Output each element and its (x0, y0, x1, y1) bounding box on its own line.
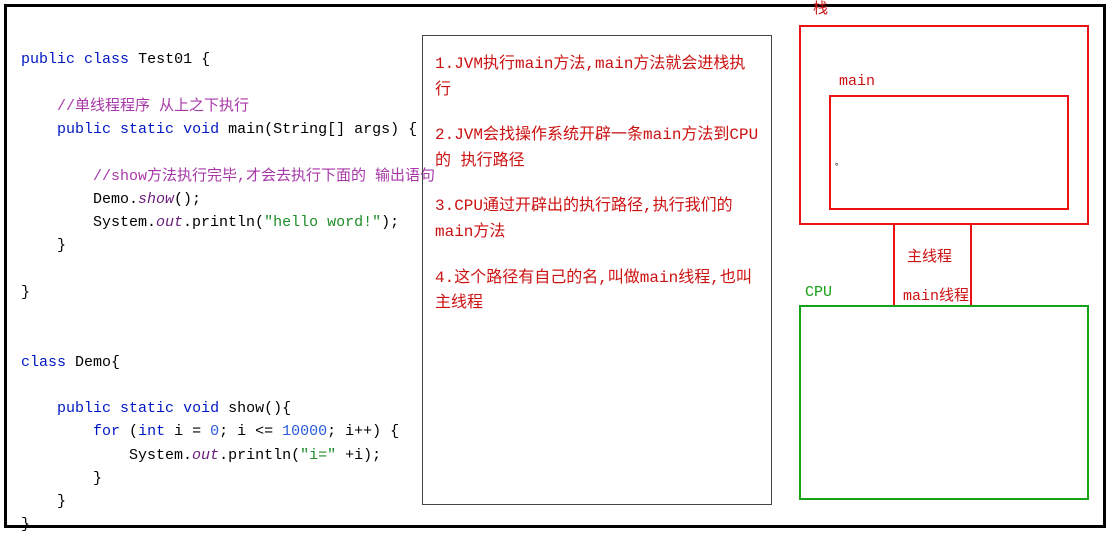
code-text: .println( (219, 447, 300, 464)
keyword: int (138, 423, 165, 440)
brace: } (21, 516, 30, 533)
label-stack: 栈 (813, 0, 828, 18)
outer-frame: public class Test01 { //单线程程序 从上之下执行 pub… (4, 4, 1106, 528)
keyword: static (120, 400, 174, 417)
string: "i=" (300, 447, 336, 464)
field: out (156, 214, 183, 231)
method-sig: main(String[] args) { (228, 121, 417, 138)
code-text: i = (165, 423, 210, 440)
brace: } (93, 470, 102, 487)
code-block: public class Test01 { //单线程程序 从上之下执行 pub… (21, 25, 411, 560)
brace: } (57, 237, 66, 254)
keyword: for (93, 423, 120, 440)
label-main: main (839, 73, 875, 90)
code-text: .println( (183, 214, 264, 231)
code-text: System. (93, 214, 156, 231)
keyword: static (120, 121, 174, 138)
note-item-2: 2.JVM会找操作系统开辟一条main方法到CPU的 执行路径 (435, 123, 759, 174)
diagram-area: 栈 main 。 主线程 CPU main线程 (795, 0, 1105, 527)
label-cpu: CPU (805, 284, 832, 301)
code-text: ( (129, 423, 138, 440)
keyword: class (21, 354, 66, 371)
code-text: ); (381, 214, 399, 231)
comment: //show方法执行完毕,才会去执行下面的 输出语句 (93, 168, 435, 185)
keyword: public (21, 51, 75, 68)
method-sig: show(){ (228, 400, 291, 417)
note-item-3: 3.CPU通过开辟出的执行路径,执行我们的main方法 (435, 194, 759, 245)
field: out (192, 447, 219, 464)
keyword: void (183, 121, 219, 138)
line-right (970, 225, 972, 305)
dot: 。 (835, 155, 844, 168)
label-mainthread: main线程 (903, 284, 969, 305)
code-text: (); (174, 191, 201, 208)
brace: } (57, 493, 66, 510)
cpu-box (799, 305, 1089, 500)
classname: Test01 { (138, 51, 210, 68)
string: "hello word!" (264, 214, 381, 231)
note-item-1: 1.JVM执行main方法,main方法就会进栈执行 (435, 52, 759, 103)
code-text: Demo. (93, 191, 138, 208)
note-item-4: 4.这个路径有自己的名,叫做main线程,也叫主线程 (435, 266, 759, 317)
classname: Demo{ (75, 354, 120, 371)
number: 10000 (282, 423, 327, 440)
code-text: System. (129, 447, 192, 464)
code-text: +i); (336, 447, 381, 464)
brace: } (21, 284, 30, 301)
keyword: void (183, 400, 219, 417)
label-mainline: 主线程 (907, 245, 952, 266)
number: 0 (210, 423, 219, 440)
line-left (893, 225, 895, 305)
notes-box: 1.JVM执行main方法,main方法就会进栈执行 2.JVM会找操作系统开辟… (422, 35, 772, 505)
keyword: public (57, 121, 111, 138)
main-box (829, 95, 1069, 210)
code-text: ; i <= (219, 423, 282, 440)
comment: //单线程程序 从上之下执行 (57, 98, 249, 115)
keyword: public (57, 400, 111, 417)
code-text: ; i++) { (327, 423, 399, 440)
keyword: class (84, 51, 129, 68)
method-call: show (138, 191, 174, 208)
